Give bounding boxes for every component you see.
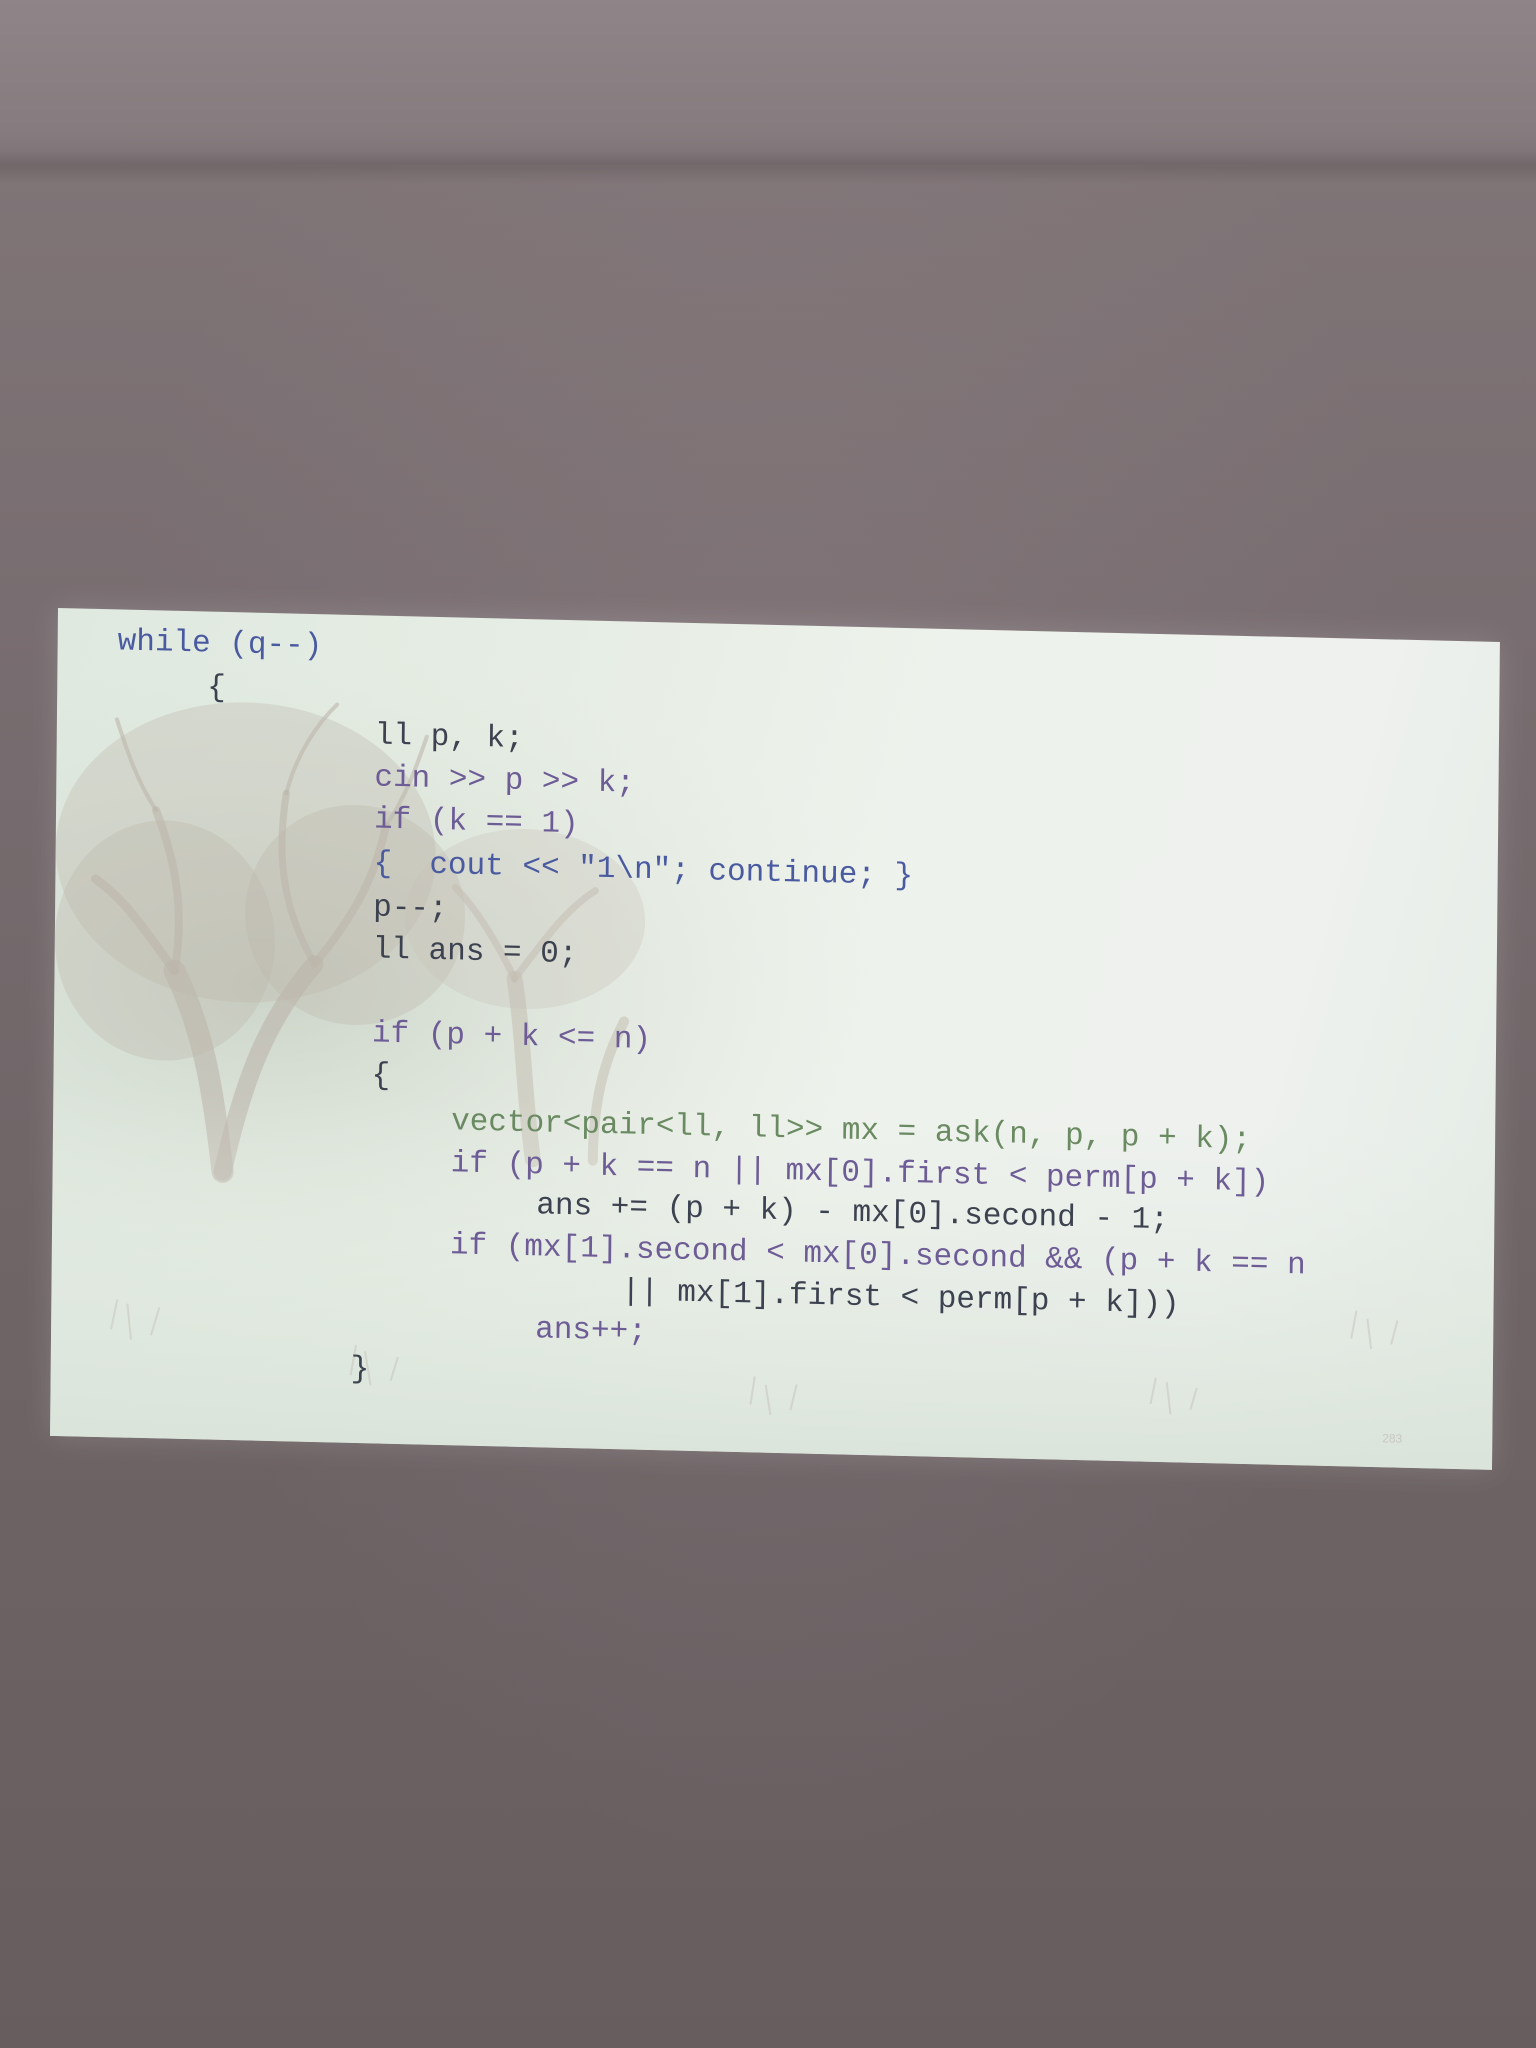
code-block: while (q--) { ll p, k; cin >> p >> k; if… [50, 608, 1500, 1470]
code-line-7: p--; [373, 890, 448, 928]
code-line-2: { [207, 670, 227, 706]
slide-page-number: 283 [1382, 1431, 1403, 1446]
code-line-8: ll ans = 0; [372, 932, 578, 973]
code-line-3: ll p, k; [374, 718, 524, 757]
code-line-5: if (k == 1) [373, 802, 579, 843]
projection-screen: while (q--) { ll p, k; cin >> p >> k; if… [50, 608, 1500, 1470]
ceiling-edge [0, 150, 1536, 184]
ceiling [0, 0, 1536, 165]
code-line-4: cin >> p >> k; [374, 760, 636, 802]
code-line-1: while (q--) [117, 624, 323, 665]
code-line-17: } [350, 1351, 370, 1388]
code-line-6: { cout << "1\n"; continue; } [373, 846, 914, 895]
code-line-16: ans++; [534, 1312, 647, 1350]
code-line-10: { [371, 1058, 391, 1094]
code-line-9: if (p + k <= n) [371, 1016, 652, 1058]
